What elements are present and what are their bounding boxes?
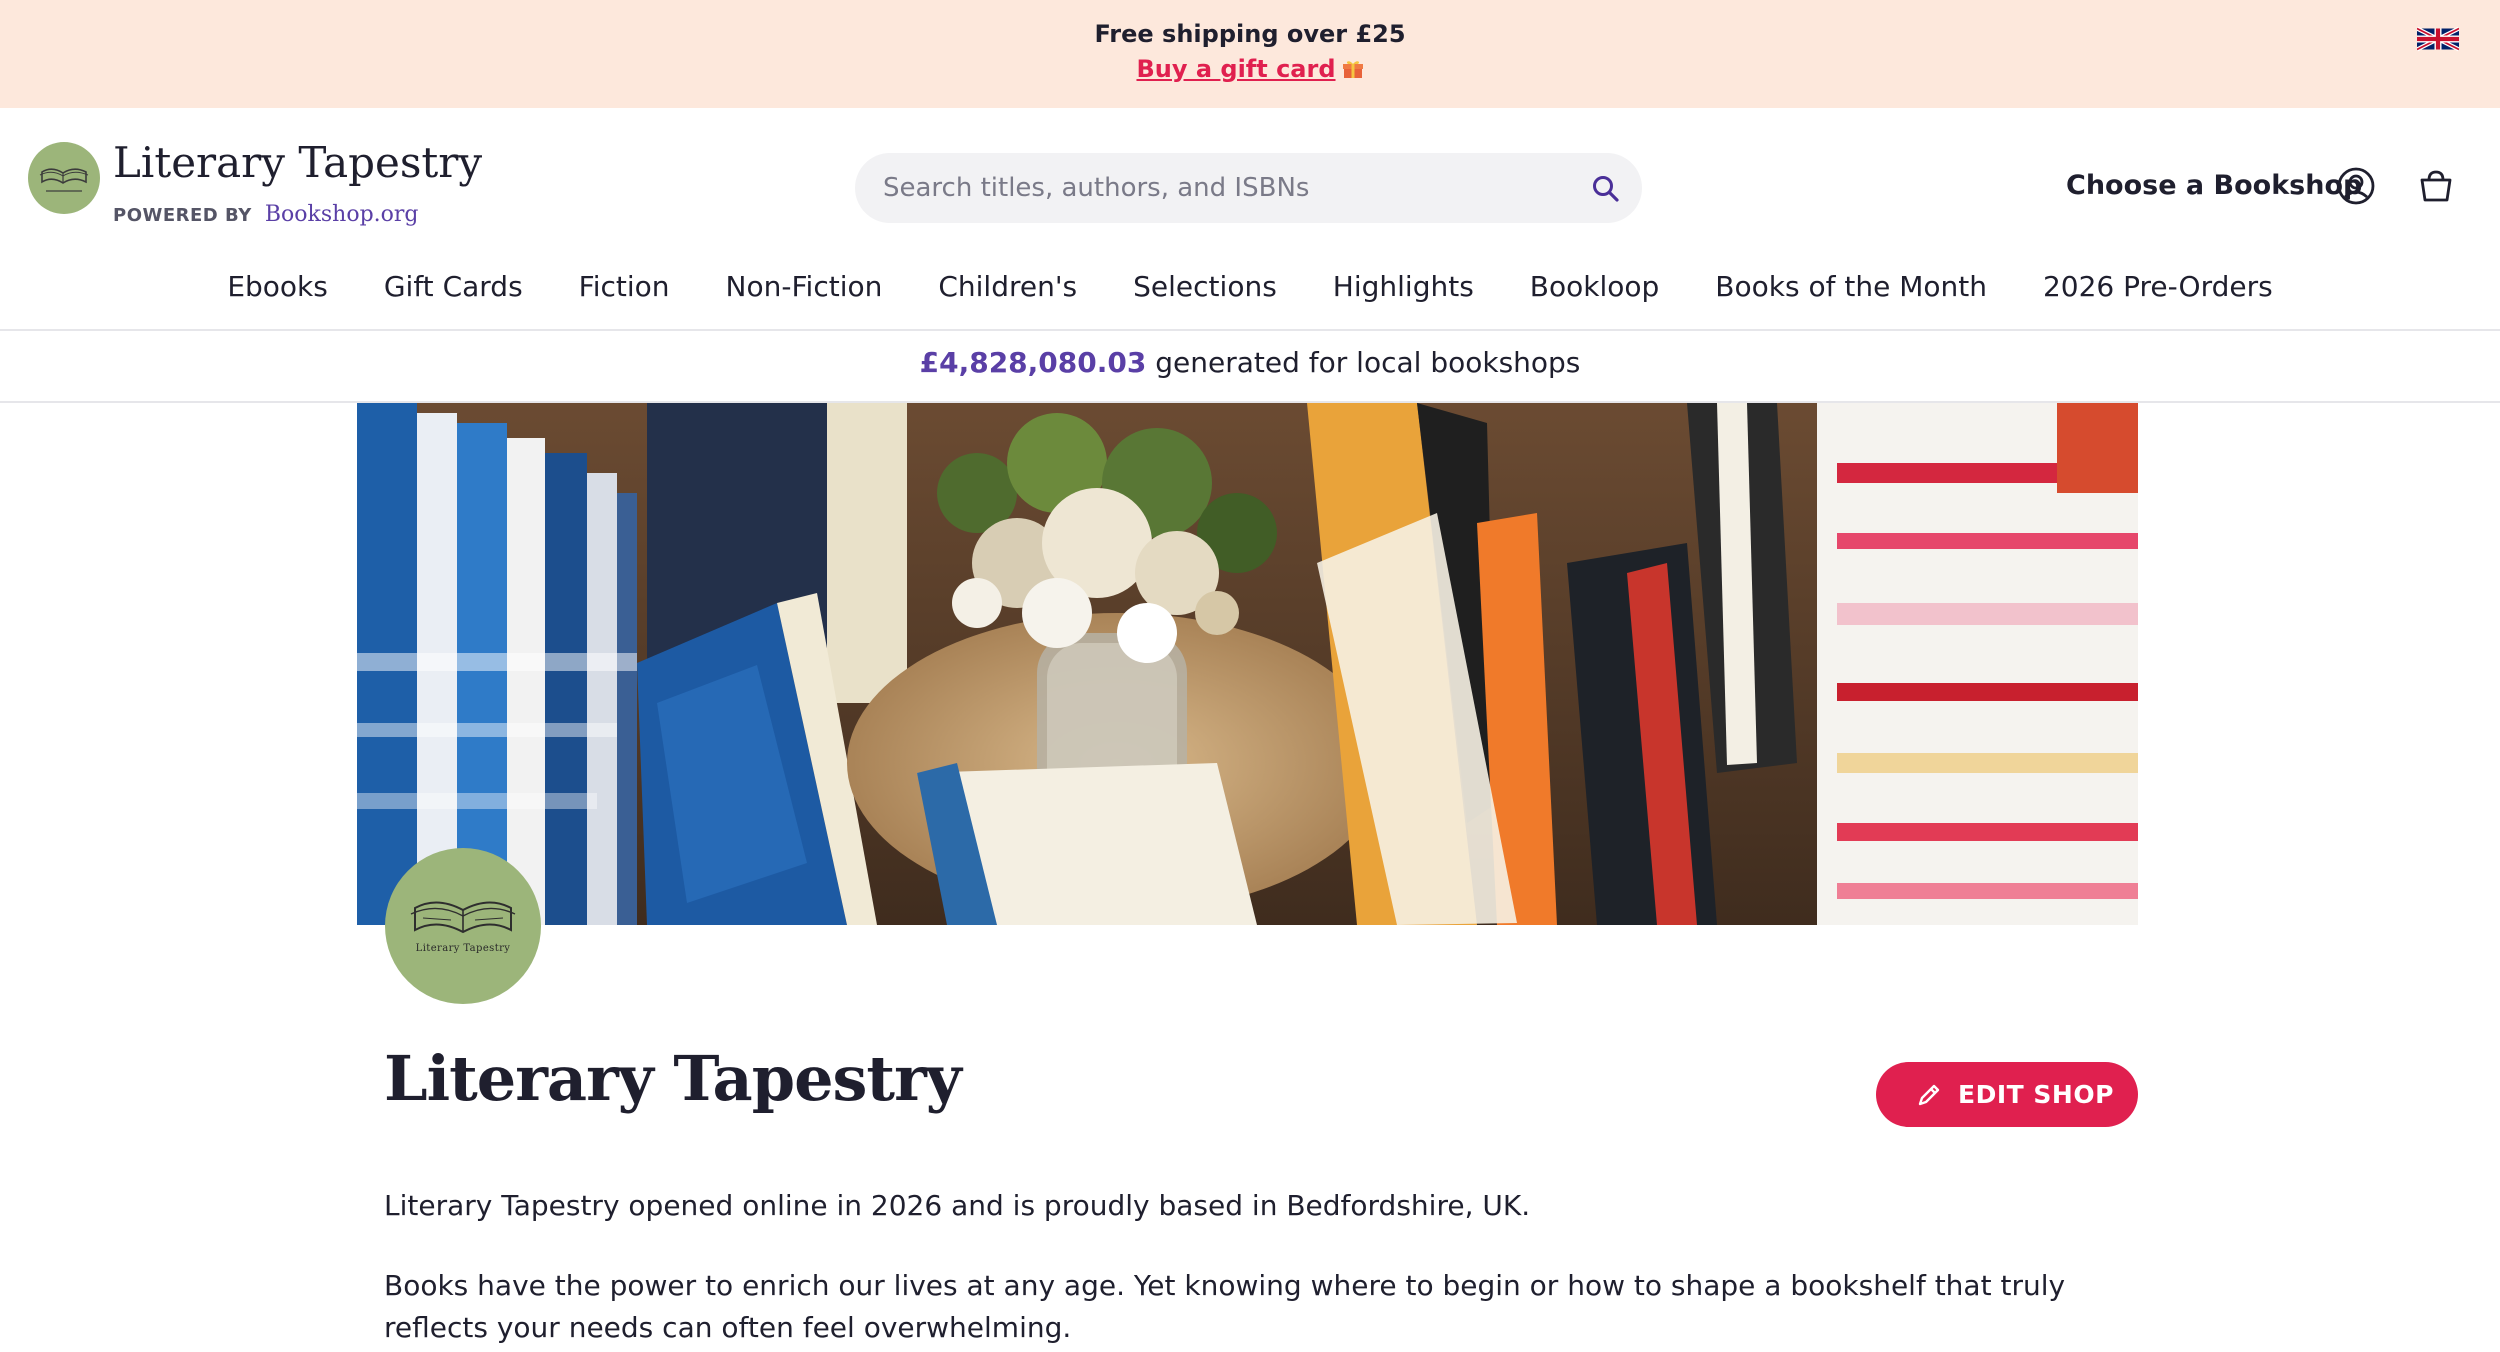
free-shipping-text: Free shipping over £25 — [1094, 20, 1406, 48]
nav-item-pre-orders[interactable]: 2026 Pre-Orders — [2043, 262, 2273, 312]
edit-shop-button[interactable]: EDIT SHOP — [1876, 1062, 2138, 1127]
search-icon[interactable] — [1590, 173, 1622, 205]
nav-item-gift-cards[interactable]: Gift Cards — [384, 262, 523, 312]
nav-item-highlights[interactable]: Highlights — [1333, 262, 1474, 312]
open-book-icon — [39, 168, 89, 192]
shop-banner-image — [357, 403, 2138, 925]
nav-item-selections[interactable]: Selections — [1133, 262, 1277, 312]
bookshop-org-link[interactable]: Bookshop.org — [265, 202, 419, 227]
gift-card-line: Buy a gift card — [0, 55, 2500, 83]
nav-item-non-fiction[interactable]: Non-Fiction — [726, 262, 883, 312]
promo-bar: Free shipping over £25 Buy a gift card — [0, 0, 2500, 108]
edit-shop-label: EDIT SHOP — [1958, 1080, 2114, 1109]
powered-by-label: POWERED BY — [113, 205, 252, 226]
nav-item-ebooks[interactable]: Ebooks — [227, 262, 328, 312]
main-nav: Ebooks Gift Cards Fiction Non-Fiction Ch… — [0, 262, 2500, 312]
local-bookshops-stat: £4,828,080.03 generated for local booksh… — [0, 346, 2500, 379]
uk-flag-icon[interactable] — [2417, 24, 2459, 54]
stat-amount: £4,828,080.03 — [919, 346, 1147, 379]
powered-by: POWERED BY Bookshop.org — [113, 202, 419, 227]
shop-avatar-text: Literary Tapestry — [415, 943, 511, 954]
nav-item-bookloop[interactable]: Bookloop — [1530, 262, 1660, 312]
pencil-icon — [1918, 1084, 1940, 1106]
shop-description-1: Literary Tapestry opened online in 2026 … — [384, 1189, 1531, 1222]
search-bar — [855, 153, 1642, 223]
site-title[interactable]: Literary Tapestry — [113, 138, 482, 187]
nav-item-fiction[interactable]: Fiction — [579, 262, 670, 312]
stat-text: generated for local bookshops — [1155, 346, 1581, 379]
nav-item-books-of-the-month[interactable]: Books of the Month — [1715, 262, 1987, 312]
nav-item-childrens[interactable]: Children's — [938, 262, 1077, 312]
shop-description-2: Books have the power to enrich our lives… — [384, 1269, 2066, 1344]
buy-gift-card-link[interactable]: Buy a gift card — [1136, 55, 1335, 83]
open-book-icon — [410, 901, 516, 934]
shop-title: Literary Tapestry — [384, 1042, 962, 1115]
nav-divider — [0, 329, 2500, 331]
shop-logo[interactable] — [28, 142, 100, 214]
shopping-bag-icon[interactable] — [2416, 166, 2456, 206]
search-input[interactable] — [883, 153, 1563, 223]
shop-avatar: Literary Tapestry — [385, 848, 541, 1004]
account-icon[interactable] — [2336, 166, 2376, 206]
gift-icon — [1342, 61, 1363, 78]
choose-bookshop-button[interactable]: Choose a Bookshop — [2066, 170, 2362, 201]
